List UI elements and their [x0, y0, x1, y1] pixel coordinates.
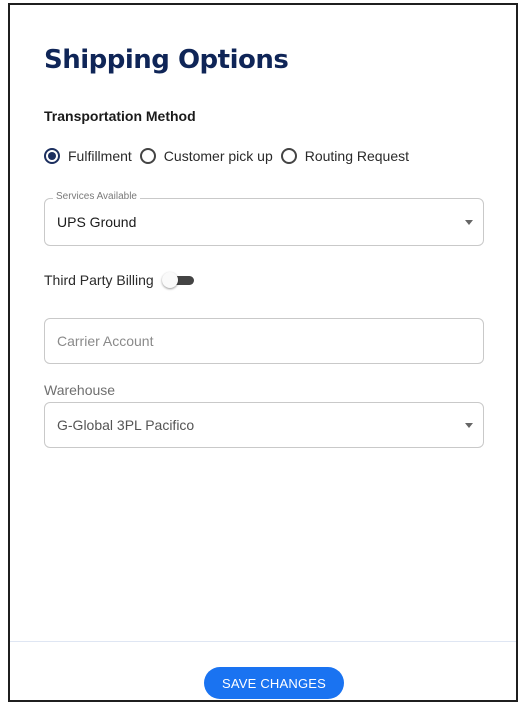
page-title: Shipping Options — [44, 45, 289, 75]
warehouse-value: G-Global 3PL Pacifico — [57, 417, 195, 433]
radio-label-routing-request: Routing Request — [304, 148, 410, 164]
radio-unchecked-icon[interactable] — [139, 148, 156, 164]
third-party-billing-toggle[interactable] — [161, 272, 196, 288]
radio-option-fulfillment[interactable]: Fulfillment — [44, 148, 132, 164]
radio-label-fulfillment: Fulfillment — [68, 148, 132, 164]
toggle-thumb — [161, 272, 178, 288]
dropdown-caret-icon[interactable] — [465, 220, 473, 225]
radio-label-customer-pick-up: Customer pick up — [163, 148, 273, 164]
services-available-value: UPS Ground — [57, 214, 137, 230]
third-party-billing-label: Third Party Billing — [44, 272, 154, 288]
transportation-method-radio-group: Fulfillment Customer pick up Routing Req… — [44, 148, 417, 164]
footer-divider — [10, 641, 516, 642]
radio-unchecked-icon[interactable] — [280, 148, 297, 164]
third-party-billing-row: Third Party Billing — [44, 272, 196, 288]
warehouse-select[interactable]: G-Global 3PL Pacifico — [44, 402, 484, 448]
warehouse-label: Warehouse — [44, 382, 116, 398]
radio-checked-icon[interactable] — [44, 148, 60, 164]
save-changes-button[interactable]: SAVE CHANGES — [204, 667, 344, 699]
carrier-account-input[interactable] — [44, 318, 484, 364]
dropdown-caret-icon[interactable] — [465, 423, 473, 428]
services-available-select[interactable]: Services Available UPS Ground — [44, 191, 484, 246]
radio-option-routing-request[interactable]: Routing Request — [280, 148, 410, 164]
shipping-options-panel: Shipping Options Transportation Method F… — [8, 3, 518, 702]
services-available-legend: Services Available — [53, 191, 140, 202]
transportation-method-label: Transportation Method — [44, 108, 196, 124]
radio-option-customer-pick-up[interactable]: Customer pick up — [139, 148, 273, 164]
